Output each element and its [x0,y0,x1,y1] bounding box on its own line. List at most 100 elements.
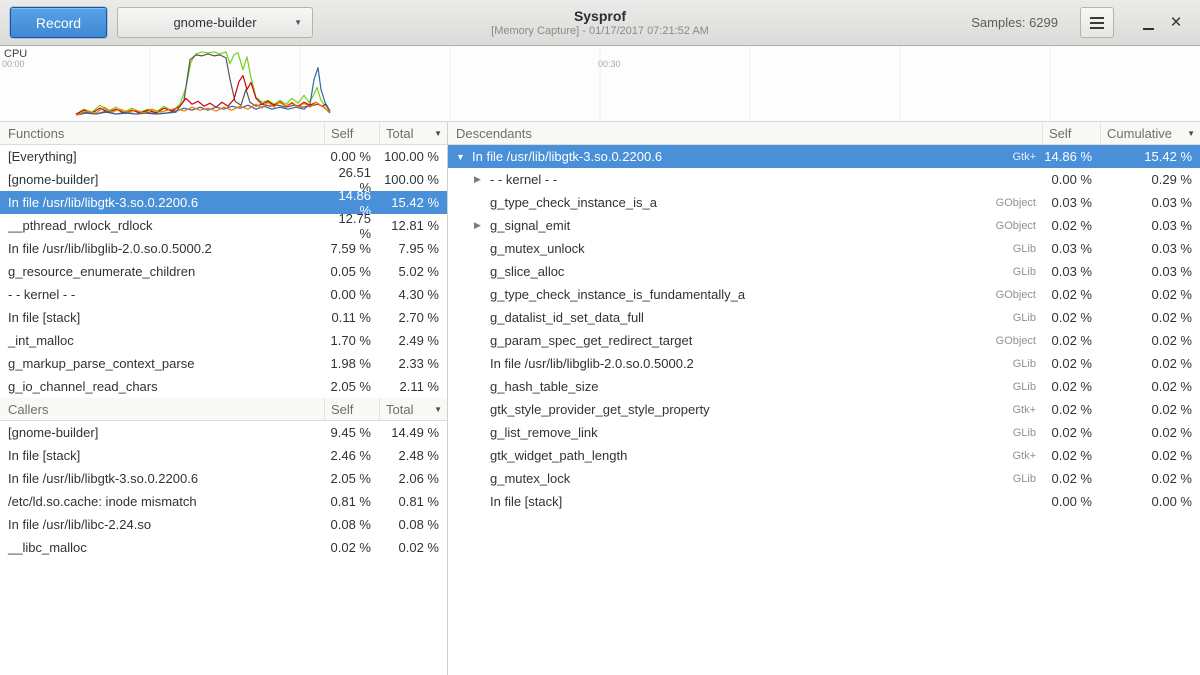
function-total-value: 2.70 % [379,310,447,325]
header-right-group: Samples: 6299 × [971,7,1190,38]
function-row[interactable]: __pthread_rwlock_rdlock 12.75 % 12.81 % [0,214,447,237]
caller-row[interactable]: In file [stack] 2.46 % 2.48 % [0,444,447,467]
process-selector-dropdown[interactable]: gnome-builder ▼ [117,7,313,38]
functions-pane: Functions Self Total ▼ [Everything] 0.00… [0,122,448,675]
functions-table-header: Functions Self Total ▼ [0,122,447,145]
function-total-value: 12.81 % [379,218,447,233]
function-name: g_markup_parse_context_parse [0,356,324,371]
descendant-cumulative-value: 15.42 % [1100,149,1200,164]
callers-total-column-header[interactable]: Total ▼ [379,398,447,420]
caller-self-value: 0.02 % [324,540,379,555]
library-badge: GObject [986,335,1042,347]
descendant-name-cell: In file [stack] [448,494,986,509]
function-name: In file [stack] [0,310,324,325]
descendant-row[interactable]: g_datalist_id_set_data_full GLib 0.02 % … [448,306,1200,329]
function-row[interactable]: g_markup_parse_context_parse 1.98 % 2.33… [0,352,447,375]
process-selector-label: gnome-builder [173,15,256,30]
caller-total-value: 2.06 % [379,471,447,486]
function-total-value: 100.00 % [379,172,447,187]
function-row[interactable]: g_io_channel_read_chars 2.05 % 2.11 % [0,375,447,398]
descendant-name-cell: g_mutex_unlock [448,241,986,256]
expander-icon[interactable]: ▶ [474,220,490,231]
function-self-value: 0.00 % [324,287,379,302]
app-title: Sysprof [491,8,709,24]
function-row[interactable]: _int_malloc 1.70 % 2.49 % [0,329,447,352]
function-row[interactable]: - - kernel - - 0.00 % 4.30 % [0,283,447,306]
record-button[interactable]: Record [10,7,107,38]
minimize-icon [1143,28,1154,30]
descendant-name: In file /usr/lib/libgtk-3.so.0.2200.6 [472,149,662,164]
function-row[interactable]: [Everything] 0.00 % 100.00 % [0,145,447,168]
function-total-value: 100.00 % [379,149,447,164]
descendant-name-cell: g_datalist_id_set_data_full [448,310,986,325]
caller-total-value: 0.02 % [379,540,447,555]
descendant-row[interactable]: g_hash_table_size GLib 0.02 % 0.02 % [448,375,1200,398]
descendant-cumulative-value: 0.03 % [1100,241,1200,256]
descendants-cumulative-column-header[interactable]: Cumulative ▼ [1100,122,1200,144]
caller-row[interactable]: [gnome-builder] 9.45 % 14.49 % [0,421,447,444]
function-row[interactable]: In file /usr/lib/libgtk-3.so.0.2200.6 14… [0,191,447,214]
descendant-row[interactable]: g_slice_alloc GLib 0.03 % 0.03 % [448,260,1200,283]
function-name: In file /usr/lib/libglib-2.0.so.0.5000.2 [0,241,324,256]
descendant-row[interactable]: gtk_widget_path_length Gtk+ 0.02 % 0.02 … [448,444,1200,467]
library-badge: GObject [986,197,1042,209]
descendant-name-cell: g_hash_table_size [448,379,986,394]
functions-column-header[interactable]: Functions [0,122,324,144]
descendant-name: g_mutex_lock [490,471,570,486]
caller-row[interactable]: /etc/ld.so.cache: inode mismatch 0.81 % … [0,490,447,513]
chevron-down-icon: ▼ [294,18,302,27]
descendants-table-header: Descendants Self Cumulative ▼ [448,122,1200,145]
descendant-name: gtk_widget_path_length [490,448,627,463]
functions-list: [Everything] 0.00 % 100.00 % [gnome-buil… [0,145,447,398]
expander-icon[interactable]: ▶ [474,174,490,185]
descendants-self-column-header[interactable]: Self [1042,122,1100,144]
descendant-row[interactable]: g_type_check_instance_is_fundamentally_a… [448,283,1200,306]
descendant-row[interactable]: ▶ g_signal_emit GObject 0.02 % 0.03 % [448,214,1200,237]
descendant-row[interactable]: In file [stack] 0.00 % 0.00 % [448,490,1200,513]
descendant-name-cell: g_type_check_instance_is_a [448,195,986,210]
descendant-row[interactable]: ▶ - - kernel - - 0.00 % 0.29 % [448,168,1200,191]
caller-row[interactable]: __libc_malloc 0.02 % 0.02 % [0,536,447,559]
descendant-row[interactable]: g_list_remove_link GLib 0.02 % 0.02 % [448,421,1200,444]
callers-self-column-header[interactable]: Self [324,398,379,420]
descendants-column-header[interactable]: Descendants [448,122,986,144]
close-button[interactable]: × [1162,9,1190,37]
sort-arrow-icon: ▼ [434,405,442,414]
function-row[interactable]: In file /usr/lib/libglib-2.0.so.0.5000.2… [0,237,447,260]
descendant-row[interactable]: In file /usr/lib/libglib-2.0.so.0.5000.2… [448,352,1200,375]
callers-column-header[interactable]: Callers [0,398,324,420]
function-row[interactable]: g_resource_enumerate_children 0.05 % 5.0… [0,260,447,283]
descendant-name: g_mutex_unlock [490,241,585,256]
minimize-button[interactable] [1134,9,1162,37]
time-tick-mid: 00:30 [598,59,621,69]
caller-name: /etc/ld.so.cache: inode mismatch [0,494,324,509]
caller-row[interactable]: In file /usr/lib/libc-2.24.so 0.08 % 0.0… [0,513,447,536]
descendant-row[interactable]: g_mutex_unlock GLib 0.03 % 0.03 % [448,237,1200,260]
functions-self-column-header[interactable]: Self [324,122,379,144]
function-row[interactable]: In file [stack] 0.11 % 2.70 % [0,306,447,329]
descendant-row[interactable]: g_mutex_lock GLib 0.02 % 0.02 % [448,467,1200,490]
window-title-box: Sysprof [Memory Capture] - 01/17/2017 07… [491,8,709,38]
caller-row[interactable]: In file /usr/lib/libgtk-3.so.0.2200.6 2.… [0,467,447,490]
function-row[interactable]: [gnome-builder] 26.51 % 100.00 % [0,168,447,191]
descendant-name: g_hash_table_size [490,379,598,394]
descendant-self-value: 0.02 % [1042,402,1100,417]
descendant-row[interactable]: gtk_style_provider_get_style_property Gt… [448,398,1200,421]
descendant-cumulative-value: 0.00 % [1100,494,1200,509]
caller-name: In file /usr/lib/libgtk-3.so.0.2200.6 [0,471,324,486]
descendant-name-cell: g_slice_alloc [448,264,986,279]
functions-total-column-header[interactable]: Total ▼ [379,122,447,144]
descendant-name-cell: ▶ g_signal_emit [448,218,986,233]
descendant-self-value: 0.02 % [1042,379,1100,394]
function-total-value: 2.11 % [379,379,447,394]
close-icon: × [1170,13,1181,32]
descendant-row[interactable]: g_type_check_instance_is_a GObject 0.03 … [448,191,1200,214]
expander-icon[interactable]: ▼ [456,152,472,162]
menu-button[interactable] [1080,7,1114,38]
descendant-row[interactable]: ▼ In file /usr/lib/libgtk-3.so.0.2200.6 … [448,145,1200,168]
caller-total-value: 14.49 % [379,425,447,440]
caller-self-value: 2.46 % [324,448,379,463]
header-bar: Record gnome-builder ▼ Sysprof [Memory C… [0,0,1200,46]
descendant-row[interactable]: g_param_spec_get_redirect_target GObject… [448,329,1200,352]
cpu-graph[interactable]: CPU 00:00 00:30 [0,46,1200,122]
